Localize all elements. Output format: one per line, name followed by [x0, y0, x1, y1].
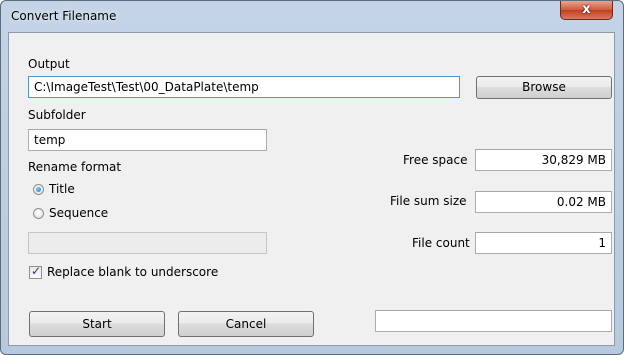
file-sum-field: 0.02 MB: [475, 191, 612, 213]
close-button[interactable]: x: [560, 1, 613, 20]
status-field: [375, 310, 612, 332]
close-icon: x: [582, 2, 591, 17]
browse-button[interactable]: Browse: [476, 76, 612, 99]
radio-sequence-indicator[interactable]: [33, 208, 44, 219]
dialog-window: Convert Filename x Output C:\ImageTest\T…: [0, 0, 624, 355]
radio-sequence-label: Sequence: [49, 206, 109, 220]
output-label: Output: [28, 57, 70, 71]
sequence-pattern-field[interactable]: [28, 232, 267, 254]
check-mark-icon: ✓: [31, 264, 42, 278]
radio-title-indicator[interactable]: [33, 184, 44, 195]
output-path-field[interactable]: C:\ImageTest\Test\00_DataPlate\temp: [28, 76, 460, 98]
subfolder-label: Subfolder: [28, 108, 86, 122]
file-count-field: 1: [475, 232, 612, 254]
title-bar[interactable]: Convert Filename x: [1, 1, 623, 33]
cancel-button[interactable]: Cancel: [178, 311, 314, 337]
replace-blank-check-box[interactable]: ✓: [29, 264, 42, 279]
radio-title-label: Title: [49, 182, 75, 196]
file-count-label: File count: [412, 236, 470, 250]
free-space-label: Free space: [403, 153, 468, 167]
rename-format-label: Rename format: [28, 160, 122, 174]
free-space-field: 30,829 MB: [475, 149, 612, 171]
subfolder-field[interactable]: temp: [28, 129, 267, 151]
replace-blank-label: Replace blank to underscore: [47, 265, 219, 279]
dialog-body: Output C:\ImageTest\Test\00_DataPlate\te…: [8, 32, 615, 346]
start-button[interactable]: Start: [29, 311, 165, 337]
window-title: Convert Filename: [11, 9, 117, 23]
file-sum-label: File sum size: [390, 194, 467, 208]
